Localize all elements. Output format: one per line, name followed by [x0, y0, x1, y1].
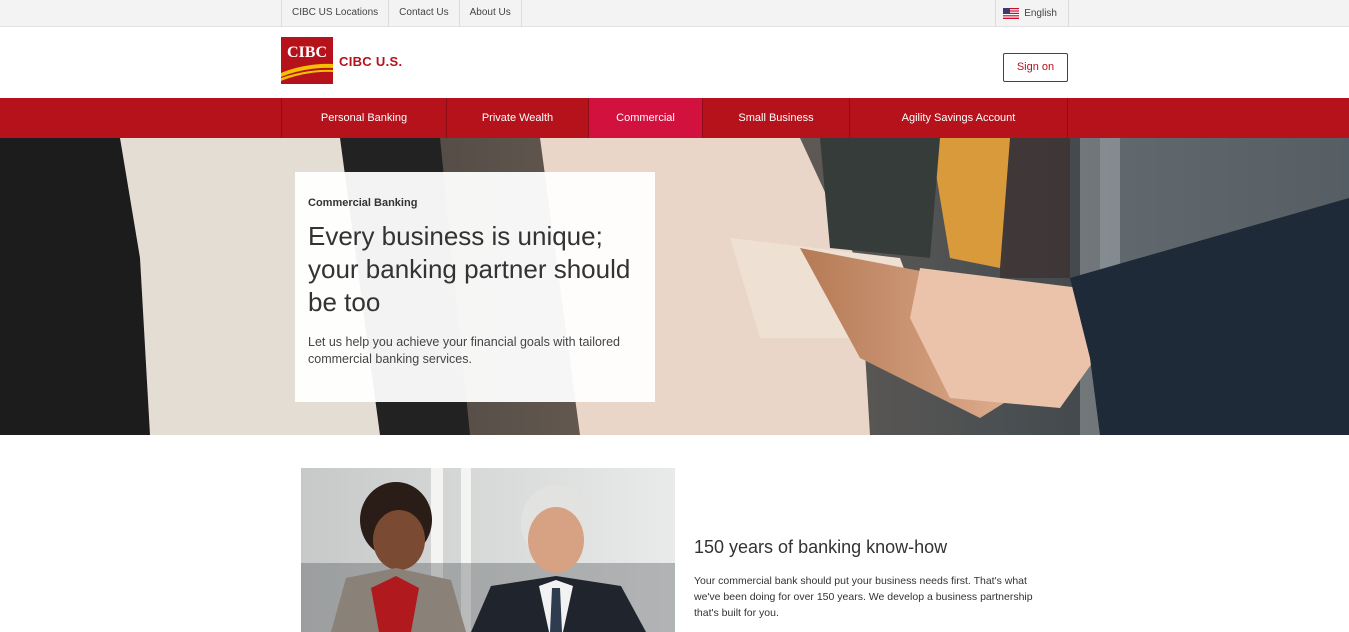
language-label: English: [1024, 8, 1057, 19]
main-nav: Personal Banking Private Wealth Commerci…: [0, 98, 1349, 138]
utility-link-about[interactable]: About Us: [460, 0, 522, 27]
utility-link-contact[interactable]: Contact Us: [389, 0, 460, 27]
cibc-logo[interactable]: CIBC: [281, 37, 333, 84]
hero-banner: Commercial Banking Every business is uni…: [0, 138, 1349, 435]
main-nav-inner: Personal Banking Private Wealth Commerci…: [281, 98, 1068, 138]
nav-agility-savings[interactable]: Agility Savings Account: [850, 98, 1068, 138]
feature-text: Your commercial bank should put your bus…: [694, 575, 1033, 619]
nav-small-business[interactable]: Small Business: [703, 98, 850, 138]
hero-subtitle: Let us help you achieve your financial g…: [308, 335, 620, 366]
hero-card: Commercial Banking Every business is uni…: [295, 172, 655, 402]
feature-image: [301, 468, 675, 632]
us-flag-icon: [1003, 8, 1020, 19]
logo-text: CIBC: [287, 44, 327, 61]
utility-bar-inner: CIBC US Locations Contact Us About Us En…: [281, 0, 1069, 27]
hero-image: [0, 138, 1349, 435]
utility-link-locations[interactable]: CIBC US Locations: [282, 0, 390, 27]
utility-bar: CIBC US Locations Contact Us About Us En…: [0, 0, 1349, 27]
nav-personal-banking[interactable]: Personal Banking: [282, 98, 447, 138]
hero-title: Every business is unique; your banking p…: [308, 221, 631, 317]
nav-private-wealth[interactable]: Private Wealth: [447, 98, 589, 138]
sign-on-button[interactable]: Sign on: [1003, 53, 1068, 82]
utility-links: CIBC US Locations Contact Us About Us: [281, 0, 522, 27]
hero-eyebrow: Commercial Banking: [308, 197, 418, 209]
nav-commercial[interactable]: Commercial: [589, 98, 703, 138]
header: CIBC CIBC U.S. Sign on: [0, 27, 1349, 98]
brand-name: CIBC U.S.: [339, 54, 403, 69]
feature-photo: [301, 468, 675, 632]
language-selector[interactable]: English: [995, 0, 1069, 27]
feature-title: 150 years of banking know-how: [694, 537, 948, 557]
